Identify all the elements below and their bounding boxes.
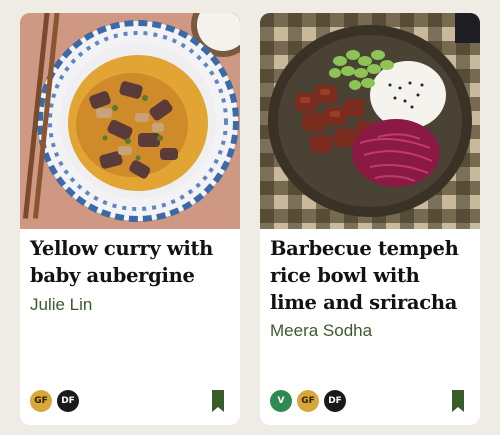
- gluten-free-badge: GF: [30, 390, 52, 412]
- recipe-card[interactable]: Barbecue tempeh rice bowl with lime and …: [260, 13, 480, 425]
- recipe-title[interactable]: Barbecue tempeh rice bowl with lime and …: [270, 235, 472, 316]
- bookmark-icon[interactable]: [452, 390, 464, 412]
- recipe-image-yellow-curry: [20, 13, 240, 229]
- gluten-free-badge: GF: [297, 390, 319, 412]
- recipe-title[interactable]: Yellow curry with baby aubergine: [30, 235, 232, 289]
- recipe-author: Meera Sodha: [270, 321, 373, 340]
- dietary-badges: GF DF: [30, 390, 79, 412]
- dairy-free-badge: DF: [57, 390, 79, 412]
- dairy-free-badge: DF: [324, 390, 346, 412]
- recipe-author: Julie Lin: [30, 295, 93, 314]
- vegan-badge: V: [270, 390, 292, 412]
- dietary-badges: V GF DF: [270, 390, 346, 412]
- bookmark-icon[interactable]: [212, 390, 224, 412]
- recipe-card[interactable]: Yellow curry with baby aubergine Julie L…: [20, 13, 240, 425]
- recipe-image-tempeh-bowl: [260, 13, 480, 229]
